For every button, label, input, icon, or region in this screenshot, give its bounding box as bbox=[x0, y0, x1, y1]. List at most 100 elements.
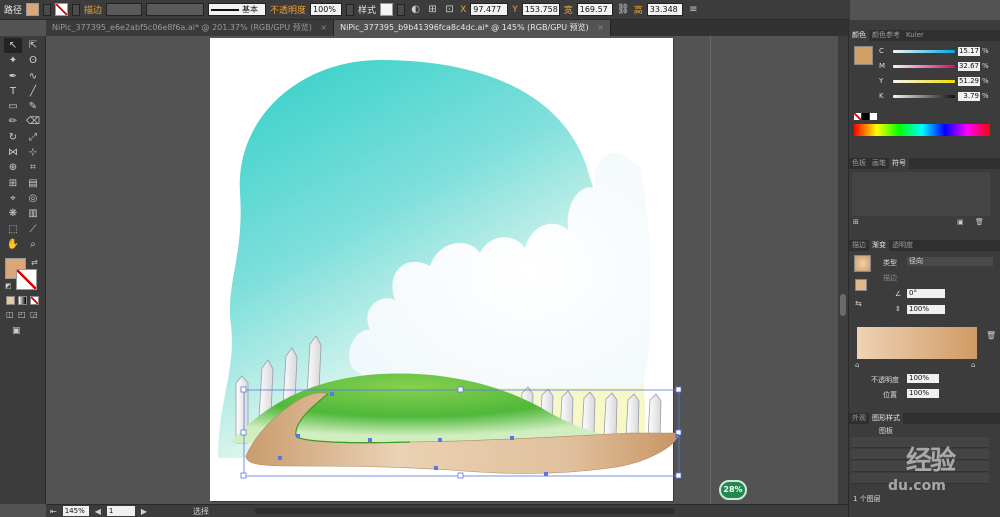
channel-c-value[interactable]: 15.17 bbox=[958, 46, 980, 56]
tab-swatches[interactable]: 色板 bbox=[849, 158, 869, 169]
vertical-scrollbar-thumb[interactable] bbox=[840, 294, 846, 316]
paintbrush-tool-icon[interactable]: ✎ bbox=[24, 99, 42, 114]
draw-behind-icon[interactable]: ◰ bbox=[18, 310, 26, 319]
panel-menu-icon[interactable]: ≡ bbox=[687, 3, 700, 16]
horizontal-scrollbar[interactable] bbox=[255, 508, 676, 514]
angle-field[interactable]: 0° bbox=[907, 289, 945, 298]
tab-appearance[interactable]: 外观 bbox=[849, 413, 869, 424]
stroke-dropdown[interactable] bbox=[72, 3, 81, 16]
tab-kuler[interactable]: Kuler bbox=[903, 30, 927, 41]
blend-tool-icon[interactable]: ◎ bbox=[24, 191, 42, 206]
none-mode-button[interactable] bbox=[30, 296, 39, 305]
stop-location-field[interactable]: 100% bbox=[907, 389, 939, 398]
slider-m[interactable]: M 32.67 % bbox=[879, 61, 997, 71]
hand-tool-icon[interactable]: ✋ bbox=[4, 237, 22, 252]
symbol-library-icon[interactable]: ⊞ bbox=[853, 218, 859, 226]
pen-tool-icon[interactable]: ✒ bbox=[4, 69, 22, 84]
recolor-icon[interactable]: ◐ bbox=[409, 3, 422, 16]
shape-builder-tool-icon[interactable]: ⊕ bbox=[4, 160, 22, 175]
gradient-mode-button[interactable] bbox=[18, 296, 27, 305]
align-icon[interactable]: ⊞ bbox=[426, 3, 439, 16]
gradient-stop-left-icon[interactable]: ⌂ bbox=[855, 361, 859, 369]
rotate-tool-icon[interactable]: ↻ bbox=[4, 130, 22, 145]
lasso-tool-icon[interactable]: ʘ bbox=[24, 53, 42, 68]
swap-colors-icon[interactable]: ⇄ bbox=[31, 258, 38, 267]
stop-opacity-field[interactable]: 100% bbox=[907, 374, 939, 383]
tab-stroke[interactable]: 描边 bbox=[849, 240, 869, 251]
eraser-tool-icon[interactable]: ⌫ bbox=[24, 114, 42, 129]
gradient-stop-right-icon[interactable]: ⌂ bbox=[971, 361, 975, 369]
stroke-label[interactable]: 描边 bbox=[84, 3, 102, 16]
none-swatch[interactable] bbox=[854, 113, 861, 120]
channel-m-bar[interactable] bbox=[893, 64, 955, 68]
fill-stroke-indicator[interactable] bbox=[855, 279, 867, 291]
style-dropdown[interactable] bbox=[397, 3, 406, 16]
slider-y[interactable]: Y 51.29 % bbox=[879, 76, 997, 86]
delete-symbol-icon[interactable]: 🗑 bbox=[975, 218, 984, 226]
next-artboard-icon[interactable]: ▶ bbox=[141, 507, 147, 516]
pencil-tool-icon[interactable]: ✏ bbox=[4, 114, 22, 129]
channel-y-value[interactable]: 51.29 bbox=[958, 76, 980, 86]
scale-tool-icon[interactable]: ⤢ bbox=[24, 130, 42, 145]
y-field[interactable]: 153.758 bbox=[521, 3, 560, 16]
x-label[interactable]: X bbox=[460, 5, 466, 15]
selection-tool-icon[interactable]: ↖ bbox=[4, 38, 22, 54]
white-swatch[interactable] bbox=[870, 113, 877, 120]
slice-tool-icon[interactable]: ⟋ bbox=[24, 222, 42, 237]
slider-c[interactable]: C 15.17 % bbox=[879, 46, 997, 56]
tab-document-1[interactable]: NiPic_377395_e6e2abf5c06e8f6a.ai* @ 201.… bbox=[46, 20, 335, 36]
symbol-sprayer-tool-icon[interactable]: ❋ bbox=[4, 206, 22, 221]
mesh-tool-icon[interactable]: ⊞ bbox=[4, 176, 22, 191]
tab-gradient[interactable]: 渐变 bbox=[869, 240, 889, 251]
x-field[interactable]: 97.477 bbox=[470, 3, 509, 16]
tab-color-guide[interactable]: 颜色参考 bbox=[869, 30, 903, 41]
type-tool-icon[interactable]: T bbox=[4, 84, 22, 99]
color-mode-button[interactable] bbox=[6, 296, 15, 305]
y-label[interactable]: Y bbox=[512, 5, 518, 15]
gradient-preview[interactable] bbox=[854, 255, 871, 272]
eyedropper-tool-icon[interactable]: ⌖ bbox=[4, 191, 22, 206]
channel-k-value[interactable]: 3.79 bbox=[958, 91, 980, 101]
channel-c-bar[interactable] bbox=[893, 49, 955, 53]
transform-icon[interactable]: ⊡ bbox=[443, 3, 456, 16]
opacity-field[interactable]: 100% bbox=[310, 3, 343, 16]
artboard-nav-icon[interactable]: ⇤ bbox=[50, 507, 57, 516]
fill-dropdown[interactable] bbox=[43, 3, 52, 16]
tab-graphic-styles[interactable]: 图形样式 bbox=[869, 413, 903, 424]
stroke-color-box[interactable] bbox=[16, 269, 37, 290]
h-field[interactable]: 33.348 bbox=[646, 3, 683, 16]
close-icon[interactable]: × bbox=[597, 23, 604, 32]
artboard-field[interactable]: 1 bbox=[106, 506, 135, 516]
default-colors-icon[interactable]: ◩ bbox=[5, 282, 12, 290]
channel-y-bar[interactable] bbox=[893, 79, 955, 83]
black-swatch[interactable] bbox=[862, 113, 869, 120]
rectangle-tool-icon[interactable]: ▭ bbox=[4, 99, 22, 114]
draw-normal-icon[interactable]: ◫ bbox=[6, 310, 14, 319]
delete-stop-icon[interactable]: 🗑 bbox=[986, 331, 996, 340]
screen-mode-icon[interactable]: ▣ bbox=[12, 326, 21, 336]
color-swatch[interactable] bbox=[854, 46, 873, 65]
prev-artboard-icon[interactable]: ◀ bbox=[95, 507, 101, 516]
gradient-bar[interactable] bbox=[857, 327, 977, 359]
artboard-tool-icon[interactable]: ⬚ bbox=[4, 222, 22, 237]
zoom-field[interactable]: 145% bbox=[62, 506, 89, 516]
stroke-swatch[interactable] bbox=[55, 3, 69, 16]
curvature-tool-icon[interactable]: ∿ bbox=[24, 69, 42, 84]
tab-transparency[interactable]: 透明度 bbox=[889, 240, 916, 251]
fill-swatch[interactable] bbox=[26, 3, 40, 16]
gradient-type-select[interactable]: 径向 bbox=[907, 257, 993, 266]
style-swatch[interactable] bbox=[380, 3, 394, 16]
w-label[interactable]: 宽 bbox=[564, 3, 573, 16]
tab-document-2[interactable]: NiPic_377395_b9b41396fca8c4dc.ai* @ 145%… bbox=[334, 20, 611, 36]
aspect-ratio-field[interactable]: 100% bbox=[907, 305, 945, 314]
new-symbol-icon[interactable]: ▣ bbox=[957, 218, 964, 226]
w-field[interactable]: 169.57 bbox=[576, 3, 613, 16]
opacity-dropdown[interactable] bbox=[346, 3, 355, 16]
line-tool-icon[interactable]: ╱ bbox=[24, 84, 42, 99]
h-label[interactable]: 高 bbox=[634, 3, 643, 16]
tab-color[interactable]: 颜色 bbox=[849, 30, 869, 41]
free-transform-tool-icon[interactable]: ⊹ bbox=[24, 145, 42, 160]
tab-brushes[interactable]: 画笔 bbox=[869, 158, 889, 169]
variable-width-field[interactable] bbox=[146, 3, 205, 16]
tab-symbols[interactable]: 符号 bbox=[889, 158, 909, 169]
